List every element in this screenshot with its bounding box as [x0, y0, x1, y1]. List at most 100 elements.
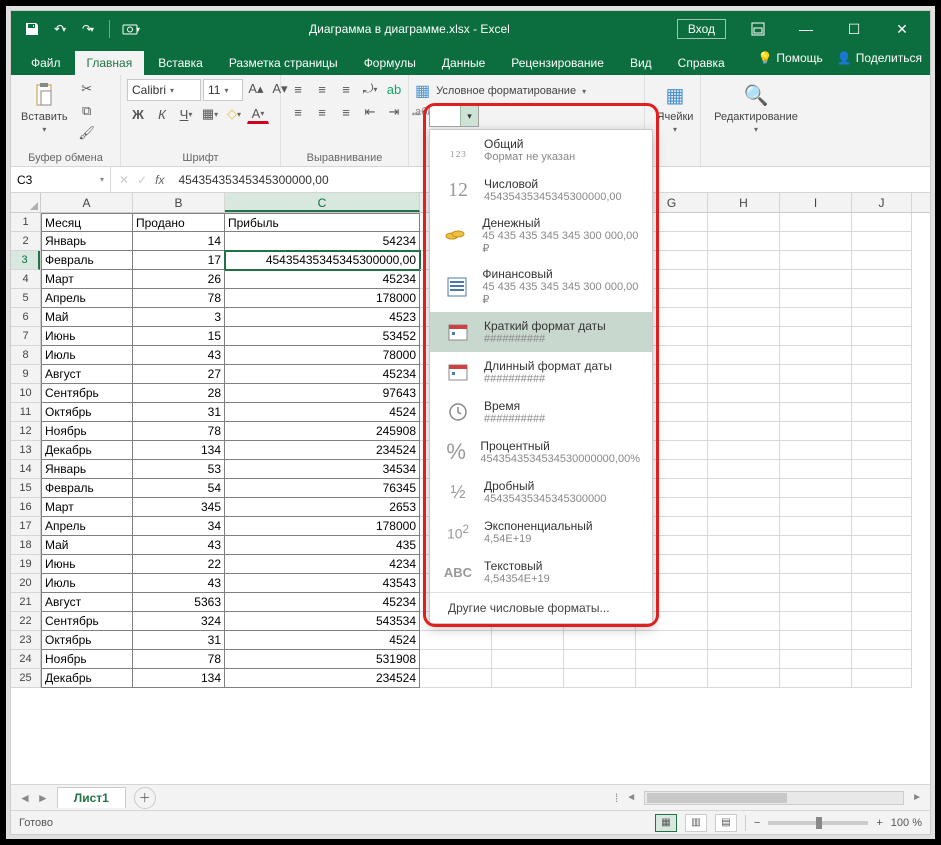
- cell[interactable]: [780, 631, 852, 650]
- cell[interactable]: 43: [133, 574, 225, 593]
- row-header[interactable]: 24: [11, 650, 40, 669]
- tell-me-button[interactable]: 💡Помощь: [757, 51, 822, 65]
- horizontal-scrollbar[interactable]: [644, 791, 904, 805]
- align-center-icon[interactable]: ≡: [311, 102, 333, 122]
- page-layout-view-icon[interactable]: ▥: [685, 814, 707, 832]
- cell[interactable]: Июль: [41, 574, 133, 593]
- format-option-scientific[interactable]: 102Экспоненциальный4,54E+19: [430, 512, 652, 552]
- cell[interactable]: [780, 460, 852, 479]
- share-button[interactable]: 👤Поделиться: [837, 51, 922, 65]
- cell[interactable]: [708, 631, 780, 650]
- zoom-in-icon[interactable]: +: [876, 817, 882, 829]
- undo-icon[interactable]: ↶▾: [49, 18, 71, 40]
- cell[interactable]: [852, 536, 912, 555]
- cell[interactable]: 45234: [225, 270, 420, 289]
- italic-icon[interactable]: К: [151, 104, 173, 124]
- cell[interactable]: [564, 631, 636, 650]
- cell[interactable]: Декабрь: [41, 441, 133, 460]
- row-header[interactable]: 5: [11, 289, 40, 308]
- tab-help[interactable]: Справка: [666, 51, 737, 75]
- cell[interactable]: 45435435345345300000,00: [225, 251, 420, 270]
- cell[interactable]: [780, 517, 852, 536]
- camera-icon[interactable]: ▾: [120, 18, 142, 40]
- wrap-text-icon[interactable]: ab: [383, 79, 405, 99]
- cell[interactable]: [420, 631, 492, 650]
- row-header[interactable]: 4: [11, 270, 40, 289]
- borders-icon[interactable]: ▦▾: [199, 104, 221, 124]
- cell[interactable]: 31: [133, 403, 225, 422]
- column-header[interactable]: C: [225, 193, 420, 212]
- cell[interactable]: Прибыль: [225, 213, 420, 232]
- cell[interactable]: [492, 631, 564, 650]
- cell[interactable]: Продано: [133, 213, 225, 232]
- row-header[interactable]: 12: [11, 422, 40, 441]
- cell[interactable]: [636, 650, 708, 669]
- cell[interactable]: [852, 327, 912, 346]
- row-header[interactable]: 15: [11, 479, 40, 498]
- orientation-icon[interactable]: ⤾▾: [359, 79, 381, 99]
- align-left-icon[interactable]: ≡: [287, 102, 309, 122]
- cell[interactable]: [780, 498, 852, 517]
- row-header[interactable]: 7: [11, 327, 40, 346]
- cell[interactable]: [636, 669, 708, 688]
- cell[interactable]: 178000: [225, 517, 420, 536]
- cell[interactable]: [708, 669, 780, 688]
- increase-font-icon[interactable]: A▴: [245, 79, 267, 99]
- cell[interactable]: [708, 612, 780, 631]
- tab-review[interactable]: Рецензирование: [499, 51, 616, 75]
- row-header[interactable]: 11: [11, 403, 40, 422]
- cell[interactable]: [708, 517, 780, 536]
- font-size-combo[interactable]: 11▾: [203, 79, 243, 101]
- align-right-icon[interactable]: ≡: [335, 102, 357, 122]
- cell[interactable]: 34: [133, 517, 225, 536]
- cell[interactable]: [708, 251, 780, 270]
- cell[interactable]: [780, 536, 852, 555]
- cell[interactable]: [780, 308, 852, 327]
- cell[interactable]: [852, 422, 912, 441]
- align-top-icon[interactable]: ≡: [287, 79, 309, 99]
- cell[interactable]: 28: [133, 384, 225, 403]
- row-header[interactable]: 22: [11, 612, 40, 631]
- cell[interactable]: [780, 270, 852, 289]
- add-sheet-icon[interactable]: ＋: [134, 787, 156, 809]
- cell[interactable]: Июль: [41, 346, 133, 365]
- cell[interactable]: Месяц: [41, 213, 133, 232]
- cell[interactable]: [780, 251, 852, 270]
- name-box[interactable]: C3▾: [11, 167, 111, 192]
- cell[interactable]: 234524: [225, 441, 420, 460]
- cell[interactable]: [852, 574, 912, 593]
- cell[interactable]: [708, 498, 780, 517]
- cell[interactable]: [708, 593, 780, 612]
- cell[interactable]: [708, 555, 780, 574]
- cell[interactable]: 31: [133, 631, 225, 650]
- cell[interactable]: 134: [133, 669, 225, 688]
- increase-indent-icon[interactable]: ⇥: [383, 102, 405, 122]
- fx-icon[interactable]: fx: [155, 173, 164, 187]
- tab-view[interactable]: Вид: [618, 51, 664, 75]
- row-header[interactable]: 10: [11, 384, 40, 403]
- row-header[interactable]: 1: [11, 213, 40, 232]
- tab-home[interactable]: Главная: [75, 51, 145, 75]
- cell[interactable]: 4234: [225, 555, 420, 574]
- cell[interactable]: [780, 213, 852, 232]
- cell[interactable]: 324: [133, 612, 225, 631]
- sheet-next-icon[interactable]: ►: [37, 791, 49, 805]
- minimize-icon[interactable]: —: [784, 11, 828, 47]
- cell[interactable]: [852, 213, 912, 232]
- cell[interactable]: 4523: [225, 308, 420, 327]
- cell[interactable]: [852, 384, 912, 403]
- format-option-time[interactable]: Время##########: [430, 392, 652, 432]
- number-format-combo[interactable]: ▾: [429, 105, 479, 127]
- cell[interactable]: [420, 669, 492, 688]
- cell[interactable]: Январь: [41, 460, 133, 479]
- row-header[interactable]: 14: [11, 460, 40, 479]
- cell[interactable]: [780, 650, 852, 669]
- align-bottom-icon[interactable]: ≡: [335, 79, 357, 99]
- cell[interactable]: 27: [133, 365, 225, 384]
- cell[interactable]: [780, 479, 852, 498]
- cell[interactable]: Март: [41, 270, 133, 289]
- cell[interactable]: [852, 555, 912, 574]
- cell[interactable]: [708, 441, 780, 460]
- column-header[interactable]: I: [780, 193, 852, 212]
- cell[interactable]: [708, 536, 780, 555]
